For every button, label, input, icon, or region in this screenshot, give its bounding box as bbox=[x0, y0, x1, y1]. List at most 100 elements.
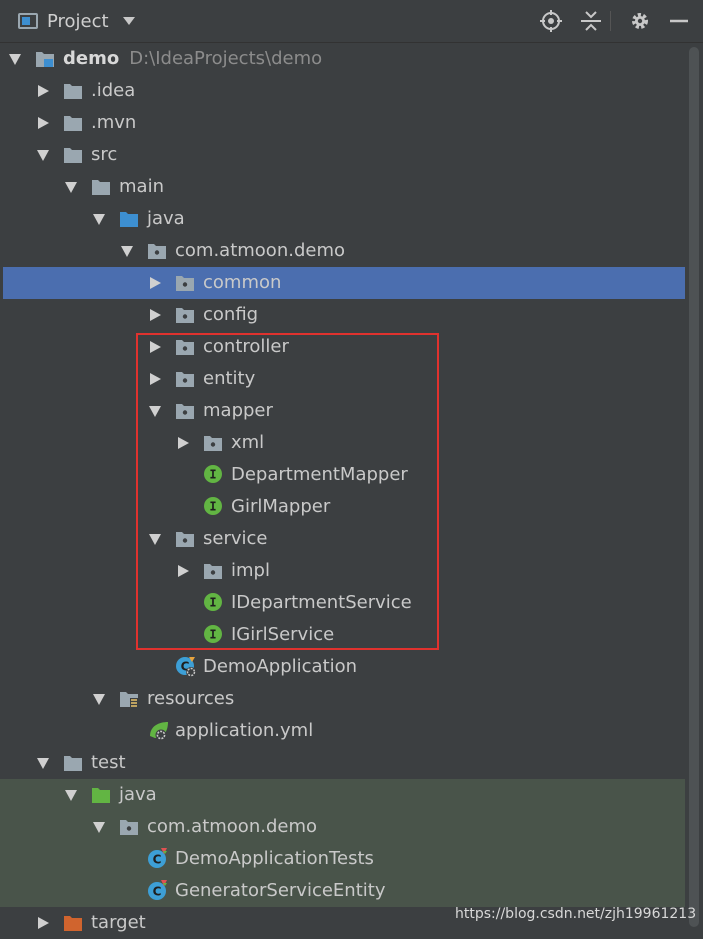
tree-row[interactable]: impl bbox=[0, 555, 685, 587]
gear-icon[interactable] bbox=[628, 9, 652, 33]
tree-row[interactable]: C GeneratorServiceEntity bbox=[0, 875, 685, 907]
tree-row[interactable]: controller bbox=[0, 331, 685, 363]
folder-icon bbox=[63, 82, 83, 100]
tree-row[interactable]: I GirlMapper bbox=[0, 491, 685, 523]
tree-item-label: java bbox=[119, 784, 157, 805]
tree-item-label: main bbox=[119, 176, 164, 197]
expand-arrow-down-icon[interactable] bbox=[121, 246, 133, 257]
scrollbar-thumb[interactable] bbox=[689, 47, 699, 927]
expand-arrow-right-icon[interactable] bbox=[150, 277, 161, 289]
tree-row[interactable]: xml bbox=[0, 427, 685, 459]
expand-arrow-down-icon[interactable] bbox=[65, 790, 77, 801]
tree-row[interactable]: I IGirlService bbox=[0, 619, 685, 651]
expand-arrow-right-icon[interactable] bbox=[178, 565, 189, 577]
expand-arrow-down-icon[interactable] bbox=[37, 758, 49, 769]
interface-icon: I bbox=[203, 496, 223, 515]
tree-row[interactable]: com.atmoon.demo bbox=[0, 811, 685, 843]
tree-row[interactable]: .mvn bbox=[0, 107, 685, 139]
tree-row[interactable]: main bbox=[0, 171, 685, 203]
tree-item-name: application.yml bbox=[175, 720, 314, 741]
excluded-folder-icon bbox=[63, 914, 83, 932]
tree-row[interactable]: mapper bbox=[0, 395, 685, 427]
expand-arrow-right-icon[interactable] bbox=[150, 373, 161, 385]
expand-arrow-right-icon[interactable] bbox=[178, 437, 189, 449]
tree-row[interactable]: entity bbox=[0, 363, 685, 395]
expand-arrow-down-icon[interactable] bbox=[149, 406, 161, 417]
tree-row[interactable]: I DepartmentMapper bbox=[0, 459, 685, 491]
tree-row[interactable]: service bbox=[0, 523, 685, 555]
expand-arrow-down-icon[interactable] bbox=[93, 214, 105, 225]
expand-arrow-down-icon[interactable] bbox=[93, 694, 105, 705]
expand-arrow-right-icon[interactable] bbox=[38, 917, 49, 929]
tree-row[interactable]: demo D:\IdeaProjects\demo bbox=[0, 43, 685, 75]
hide-icon[interactable] bbox=[667, 9, 691, 33]
tree-row[interactable]: C DemoApplicationTests bbox=[0, 843, 685, 875]
tree-item-label: service bbox=[203, 528, 267, 549]
tree-item-name: target bbox=[91, 912, 146, 933]
yml-file-icon bbox=[147, 720, 168, 741]
tree-row[interactable]: application.yml bbox=[0, 715, 685, 747]
project-path: D:\IdeaProjects\demo bbox=[129, 48, 323, 69]
tree-item-name: resources bbox=[147, 688, 235, 709]
project-view-selector[interactable]: Project bbox=[18, 8, 135, 34]
tree-item-name: main bbox=[119, 176, 164, 197]
tree-item-name: com.atmoon.demo bbox=[147, 816, 317, 837]
tree-row[interactable]: resources bbox=[0, 683, 685, 715]
tree-row[interactable]: I IDepartmentService bbox=[0, 587, 685, 619]
tree-item-name: .idea bbox=[91, 80, 136, 101]
tree-item-label: DemoApplication bbox=[203, 656, 357, 677]
tree-item-name: mapper bbox=[203, 400, 273, 421]
tree-row[interactable]: C DemoApplication bbox=[0, 651, 685, 683]
chevron-down-icon[interactable] bbox=[122, 17, 135, 25]
expand-arrow-right-icon[interactable] bbox=[150, 309, 161, 321]
tree-row[interactable]: common bbox=[3, 267, 695, 299]
collapse-all-icon[interactable] bbox=[579, 9, 603, 33]
tree-item-name: IGirlService bbox=[231, 624, 335, 645]
tree-item-label: config bbox=[203, 304, 258, 325]
expand-arrow-right-icon[interactable] bbox=[38, 117, 49, 129]
tree-item-name: java bbox=[119, 784, 157, 805]
locate-icon[interactable] bbox=[539, 9, 563, 33]
tree-row[interactable]: java bbox=[0, 779, 685, 811]
tree-row[interactable]: test bbox=[0, 747, 685, 779]
spring-class-icon: C bbox=[175, 656, 196, 677]
watermark: https://blog.csdn.net/zjh19961213 bbox=[455, 906, 697, 922]
expand-arrow-down-icon[interactable] bbox=[65, 182, 77, 193]
package-icon bbox=[175, 306, 195, 324]
expand-arrow-down-icon[interactable] bbox=[9, 54, 21, 65]
vertical-scrollbar[interactable] bbox=[685, 43, 703, 936]
tree-item-label: src bbox=[91, 144, 117, 165]
tree-item-name: src bbox=[91, 144, 118, 165]
tree-item-name: controller bbox=[203, 336, 289, 357]
tree-item-name: DepartmentMapper bbox=[231, 464, 408, 485]
project-tree: demo D:\IdeaProjects\demo .idea .mvn src main… bbox=[0, 43, 695, 936]
tree-row[interactable]: config bbox=[0, 299, 685, 331]
tree-item-label: common bbox=[203, 272, 281, 293]
expand-arrow-down-icon[interactable] bbox=[93, 822, 105, 833]
tree-item-label: com.atmoon.demo bbox=[175, 240, 345, 261]
tree-item-label: entity bbox=[203, 368, 255, 389]
package-icon bbox=[203, 434, 223, 452]
tree-item-label: target bbox=[91, 912, 146, 933]
expand-arrow-down-icon[interactable] bbox=[37, 150, 49, 161]
tree-item-label: com.atmoon.demo bbox=[147, 816, 317, 837]
tree-row[interactable]: .idea bbox=[0, 75, 685, 107]
expand-arrow-down-icon[interactable] bbox=[149, 534, 161, 545]
tree-row[interactable]: src bbox=[0, 139, 685, 171]
package-icon bbox=[175, 338, 195, 356]
tree-item-name: service bbox=[203, 528, 268, 549]
interface-icon: I bbox=[203, 464, 223, 483]
tree-item-label: IGirlService bbox=[231, 624, 334, 645]
tree-row[interactable]: com.atmoon.demo bbox=[0, 235, 685, 267]
tree-row[interactable]: java bbox=[0, 203, 685, 235]
tree-item-name: com.atmoon.demo bbox=[175, 240, 345, 261]
tree-item-label: impl bbox=[231, 560, 270, 581]
tree-item-name: config bbox=[203, 304, 259, 325]
expand-arrow-right-icon[interactable] bbox=[150, 341, 161, 353]
expand-arrow-right-icon[interactable] bbox=[38, 85, 49, 97]
tree-item-label: GirlMapper bbox=[231, 496, 330, 517]
svg-text:I: I bbox=[209, 500, 216, 514]
test-folder-icon bbox=[91, 786, 111, 804]
folder-icon bbox=[63, 114, 83, 132]
project-header: Project bbox=[0, 0, 703, 43]
